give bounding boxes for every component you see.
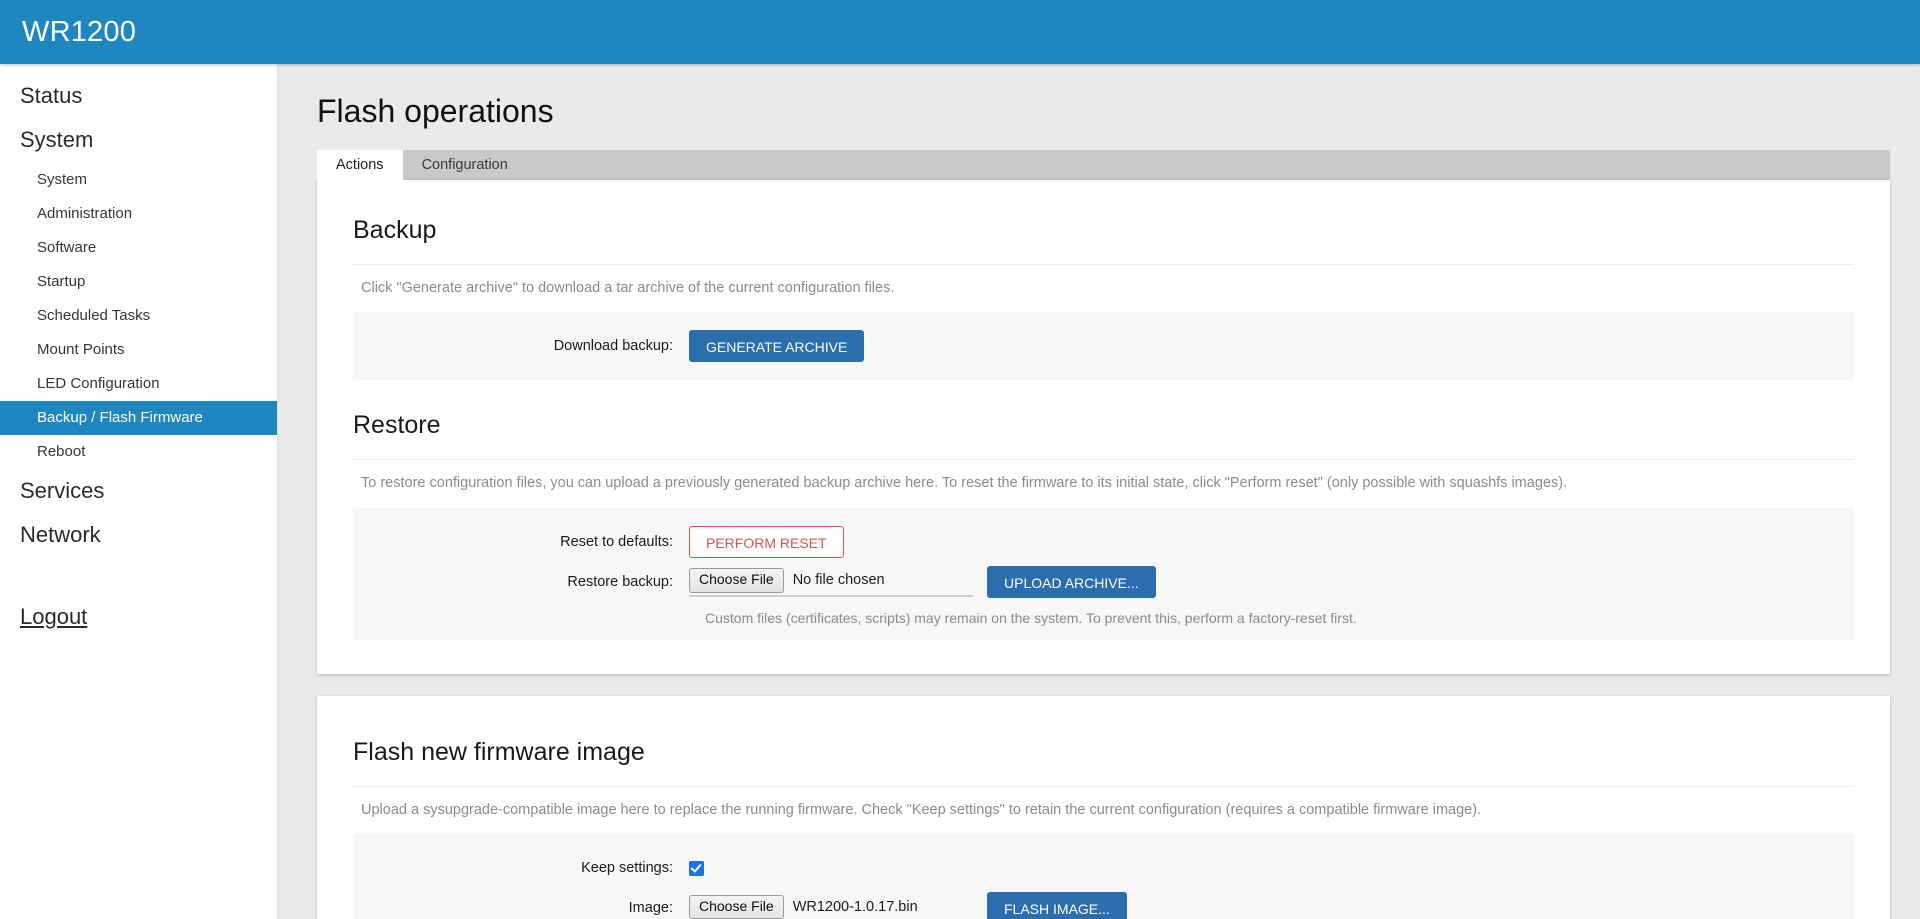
flash-section: Flash new firmware image Upload a sysupg… bbox=[317, 737, 1890, 919]
restore-file-input[interactable]: Choose File No file chosen bbox=[689, 567, 973, 597]
sidebar-item-mount-points[interactable]: Mount Points bbox=[0, 333, 277, 367]
sidebar-item-scheduled-tasks[interactable]: Scheduled Tasks bbox=[0, 299, 277, 333]
logout-link[interactable]: Logout bbox=[20, 604, 87, 629]
reset-defaults-row: Reset to defaults: PERFORM RESET bbox=[353, 522, 1854, 562]
restore-backup-row: Restore backup: Choose File No file chos… bbox=[353, 562, 1854, 602]
tab-configuration[interactable]: Configuration bbox=[403, 150, 527, 180]
backup-section: Backup Click "Generate archive" to downl… bbox=[317, 215, 1890, 381]
restore-note: Custom files (certificates, scripts) may… bbox=[705, 609, 1357, 626]
keep-settings-control bbox=[689, 860, 704, 876]
keep-settings-label: Keep settings: bbox=[581, 860, 673, 877]
backup-divider bbox=[353, 263, 1854, 265]
image-control: Choose File WR1200-1.0.17.bin FLASH IMAG… bbox=[689, 892, 1127, 919]
sidebar-item-services[interactable]: Services bbox=[0, 469, 277, 513]
flash-divider bbox=[353, 785, 1854, 787]
backup-fieldset: Download backup: GENERATE ARCHIVE bbox=[353, 312, 1854, 381]
sidebar-item-led-configuration[interactable]: LED Configuration bbox=[0, 367, 277, 401]
sidebar-item-reboot[interactable]: Reboot bbox=[0, 435, 277, 469]
reset-defaults-label: Reset to defaults: bbox=[560, 533, 673, 550]
download-backup-control: GENERATE ARCHIVE bbox=[689, 330, 865, 363]
flash-title: Flash new firmware image bbox=[353, 737, 645, 766]
restore-description: To restore configuration files, you can … bbox=[361, 475, 1568, 492]
upload-archive-button[interactable]: UPLOAD ARCHIVE... bbox=[987, 565, 1156, 598]
restore-section: Restore To restore configuration files, … bbox=[317, 410, 1890, 640]
image-file-input[interactable]: Choose File WR1200-1.0.17.bin bbox=[689, 893, 973, 919]
download-backup-row: Download backup: GENERATE ARCHIVE bbox=[353, 326, 1854, 366]
restore-choose-file-button[interactable]: Choose File bbox=[689, 568, 784, 593]
restore-backup-label: Restore backup: bbox=[567, 573, 673, 590]
main-content: Flash operations Actions Configuration B… bbox=[279, 64, 1920, 919]
sidebar-item-administration[interactable]: Administration bbox=[0, 197, 277, 231]
sidebar-nav: Status System System Administration Soft… bbox=[0, 64, 278, 919]
image-label: Image: bbox=[628, 900, 673, 917]
sidebar-item-network[interactable]: Network bbox=[0, 513, 277, 557]
page-title: Flash operations bbox=[317, 93, 554, 129]
generate-archive-button[interactable]: GENERATE ARCHIVE bbox=[689, 330, 865, 363]
flash-image-button[interactable]: FLASH IMAGE... bbox=[987, 892, 1127, 919]
sidebar-item-status[interactable]: Status bbox=[0, 74, 277, 118]
reset-defaults-control: PERFORM RESET bbox=[689, 525, 844, 558]
tab-actions[interactable]: Actions bbox=[317, 149, 403, 180]
flash-description: Upload a sysupgrade-compatible image her… bbox=[361, 801, 1482, 818]
backup-description: Click "Generate archive" to download a t… bbox=[361, 279, 895, 296]
restore-fieldset: Reset to defaults: PERFORM RESET Restore… bbox=[353, 507, 1854, 640]
restore-divider bbox=[353, 459, 1854, 461]
download-backup-label: Download backup: bbox=[553, 338, 673, 355]
backup-title: Backup bbox=[353, 215, 437, 244]
backup-restore-card: Backup Click "Generate archive" to downl… bbox=[317, 179, 1890, 674]
keep-settings-row: Keep settings: bbox=[353, 848, 1854, 888]
image-row: Image: Choose File WR1200-1.0.17.bin FLA… bbox=[353, 888, 1854, 919]
image-choose-file-button[interactable]: Choose File bbox=[689, 894, 784, 919]
sidebar-item-backup-flash-firmware[interactable]: Backup / Flash Firmware bbox=[0, 400, 277, 435]
top-bar: WR1200 bbox=[0, 0, 1920, 64]
app-root: WR1200 Status System System Administrati… bbox=[0, 0, 1920, 919]
flash-fieldset: Keep settings: Image: Choose File WR1200… bbox=[353, 834, 1854, 919]
sidebar-item-software[interactable]: Software bbox=[0, 231, 277, 265]
sidebar-item-startup[interactable]: Startup bbox=[0, 265, 277, 299]
brand-title: WR1200 bbox=[22, 15, 137, 48]
flash-firmware-card: Flash new firmware image Upload a sysupg… bbox=[317, 695, 1890, 919]
restore-file-name: No file chosen bbox=[792, 572, 885, 589]
restore-backup-control: Choose File No file chosen UPLOAD ARCHIV… bbox=[689, 565, 1156, 598]
image-file-name: WR1200-1.0.17.bin bbox=[792, 898, 918, 915]
tab-bar: Actions Configuration bbox=[317, 149, 1890, 180]
sidebar-item-system[interactable]: System bbox=[0, 118, 277, 162]
restore-title: Restore bbox=[353, 411, 441, 440]
sidebar-item-system-sub[interactable]: System bbox=[0, 163, 277, 197]
logout-container: Logout bbox=[0, 558, 277, 630]
keep-settings-checkbox[interactable] bbox=[689, 860, 704, 876]
perform-reset-button[interactable]: PERFORM RESET bbox=[689, 525, 844, 558]
